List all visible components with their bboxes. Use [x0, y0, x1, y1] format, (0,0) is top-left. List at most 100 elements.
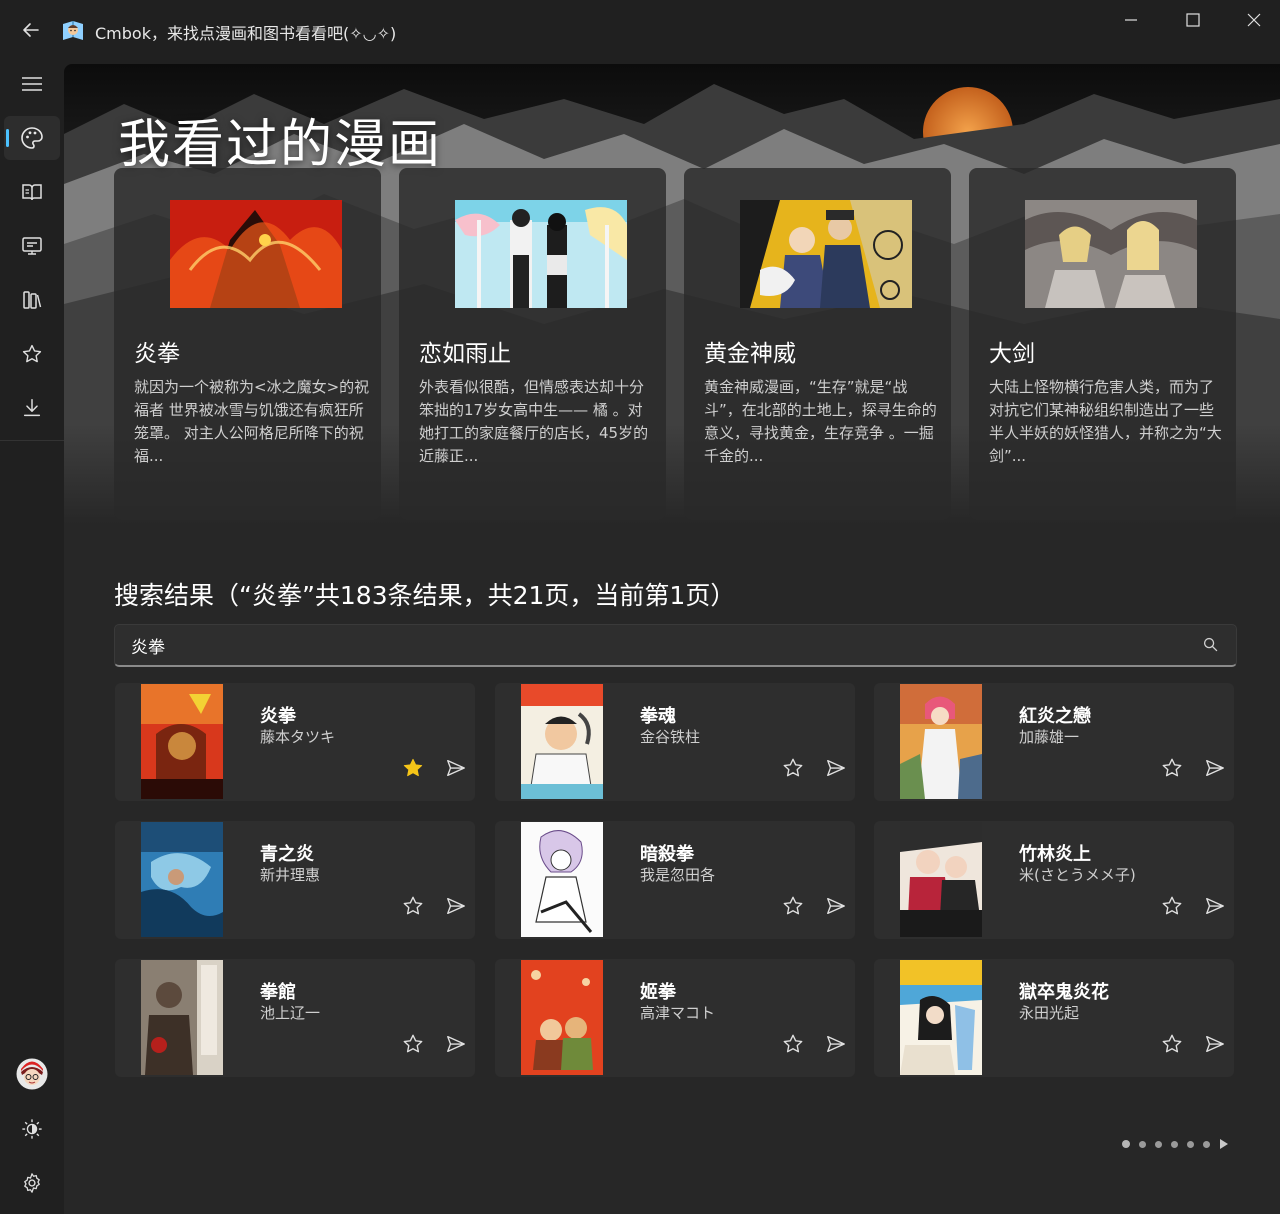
comic-title: 拳魂 [640, 706, 676, 727]
app-logo-icon [63, 21, 83, 40]
comic-title: 炎拳 [260, 706, 296, 727]
menu-toggle-button[interactable] [4, 62, 60, 106]
result-card[interactable]: 青之炎 新井理惠 [115, 821, 475, 939]
history-card[interactable]: 炎拳 就因为一个被称为<冰之魔女>的祝福者 世界被冰雪与饥饿还有疯狂所笼罩。 对… [114, 168, 381, 520]
next-page-icon[interactable] [1219, 1138, 1229, 1150]
cover-image [900, 960, 982, 1075]
user-avatar-button[interactable] [4, 1052, 60, 1096]
main-content: 我看过的漫画 炎拳 就因为一个被称为<冰之魔女>的祝福者 世界被冰雪与饥饿还有疯… [64, 64, 1280, 1214]
favorite-button[interactable] [1158, 754, 1186, 782]
hero-title: 我看过的漫画 [118, 115, 443, 175]
favorite-button[interactable] [779, 892, 807, 920]
result-card[interactable]: 暗殺拳 我是忽田各 [495, 821, 855, 939]
book-open-icon [22, 184, 42, 201]
send-icon [1206, 1035, 1224, 1053]
cover-image [1025, 200, 1197, 308]
maximize-icon [1186, 13, 1200, 27]
library-icon [23, 291, 42, 309]
history-card[interactable]: 恋如雨止 外表看似很酷，但情感表达却十分笨拙的17岁女高中生—— 橘 。对她打工… [399, 168, 666, 520]
star-icon [22, 344, 42, 363]
comic-author: 高津マコト [640, 1004, 716, 1022]
palette-icon [21, 127, 43, 149]
back-button[interactable] [14, 14, 48, 46]
star-filled-icon [403, 758, 423, 777]
close-button[interactable] [1224, 4, 1280, 36]
download-icon [23, 399, 41, 417]
cover-image [141, 822, 223, 937]
comic-author: 金谷铁柱 [640, 728, 701, 746]
send-icon [1206, 759, 1224, 777]
open-button[interactable] [822, 754, 850, 782]
cover-image [521, 822, 603, 937]
result-card[interactable]: 炎拳 藤本タツキ [115, 683, 475, 801]
minimize-icon [1125, 19, 1137, 21]
result-card[interactable]: 拳館 池上辽一 [115, 959, 475, 1077]
page-dot[interactable] [1122, 1140, 1130, 1148]
history-card[interactable]: 黄金神威 黄金神威漫画，“生存”就是“战斗”，在北部的土地上，探寻生命的意义，寻… [684, 168, 951, 520]
card-title: 炎拳 [134, 341, 180, 367]
search-icon[interactable] [1203, 637, 1218, 652]
favorite-button[interactable] [779, 1030, 807, 1058]
star-icon [403, 1034, 423, 1053]
favorite-button[interactable] [1158, 1030, 1186, 1058]
nav-item-display[interactable] [4, 224, 60, 268]
comic-title: 紅炎之戀 [1019, 706, 1091, 727]
card-description: 黄金神威漫画，“生存”就是“战斗”，在北部的土地上，探寻生命的意义，寻找黄金，生… [704, 378, 937, 465]
minimize-button[interactable] [1101, 4, 1161, 36]
favorite-button[interactable] [1158, 892, 1186, 920]
brightness-icon [22, 1119, 42, 1139]
comic-title: 拳館 [260, 982, 296, 1003]
star-icon [783, 896, 803, 915]
result-card[interactable]: 獄卒鬼炎花 永田光起 [874, 959, 1234, 1077]
sidebar-divider [0, 440, 64, 441]
page-dot[interactable] [1139, 1140, 1146, 1148]
comic-author: 藤本タツキ [260, 728, 336, 746]
search-input[interactable] [131, 625, 1181, 665]
open-button[interactable] [1201, 892, 1229, 920]
window-title: Cmbok，来找点漫画和图书看看吧(✧◡✧) [95, 24, 397, 43]
page-dot[interactable] [1171, 1140, 1178, 1148]
favorite-button[interactable] [779, 754, 807, 782]
cover-image [900, 822, 982, 937]
monitor-icon [22, 237, 42, 255]
result-card[interactable]: 紅炎之戀 加藤雄一 [874, 683, 1234, 801]
send-icon [447, 759, 465, 777]
page-dot[interactable] [1155, 1140, 1162, 1148]
nav-item-downloads[interactable] [4, 386, 60, 430]
result-card[interactable]: 竹林炎上 米(さとうメメ子) [874, 821, 1234, 939]
nav-item-favorites[interactable] [4, 332, 60, 376]
page-dot[interactable] [1203, 1140, 1210, 1148]
result-card[interactable]: 拳魂 金谷铁柱 [495, 683, 855, 801]
open-button[interactable] [442, 1030, 470, 1058]
comic-title: 獄卒鬼炎花 [1019, 982, 1109, 1003]
send-icon [827, 759, 845, 777]
cover-image [455, 200, 627, 308]
nav-item-comics[interactable] [4, 116, 60, 160]
theme-toggle-button[interactable] [4, 1107, 60, 1151]
open-button[interactable] [1201, 1030, 1229, 1058]
open-button[interactable] [442, 754, 470, 782]
history-card[interactable]: 大剑 大陆上怪物横行危害人类，而为了对抗它们某神秘组织制造出了一些半人半妖的妖怪… [969, 168, 1236, 520]
search-box [114, 624, 1237, 667]
page-dot[interactable] [1187, 1140, 1194, 1148]
open-button[interactable] [1201, 754, 1229, 782]
nav-item-reading[interactable] [4, 170, 60, 214]
open-button[interactable] [442, 892, 470, 920]
send-icon [827, 897, 845, 915]
comic-author: 永田光起 [1019, 1004, 1080, 1022]
settings-button[interactable] [4, 1161, 60, 1205]
card-description: 大陆上怪物横行危害人类，而为了对抗它们某神秘组织制造出了一些半人半妖的妖怪猎人，… [989, 378, 1222, 465]
star-icon [783, 758, 803, 777]
open-button[interactable] [822, 1030, 850, 1058]
card-description: 外表看似很酷，但情感表达却十分笨拙的17岁女高中生—— 橘 。对她打工的家庭餐厅… [419, 378, 649, 465]
star-icon [403, 896, 423, 915]
nav-item-library[interactable] [4, 278, 60, 322]
open-button[interactable] [822, 892, 850, 920]
cover-image [900, 684, 982, 799]
favorite-button[interactable] [399, 892, 427, 920]
maximize-button[interactable] [1163, 4, 1223, 36]
favorite-button[interactable] [399, 1030, 427, 1058]
favorite-button[interactable] [399, 754, 427, 782]
card-title: 黄金神威 [704, 341, 796, 367]
result-card[interactable]: 姬拳 高津マコト [495, 959, 855, 1077]
